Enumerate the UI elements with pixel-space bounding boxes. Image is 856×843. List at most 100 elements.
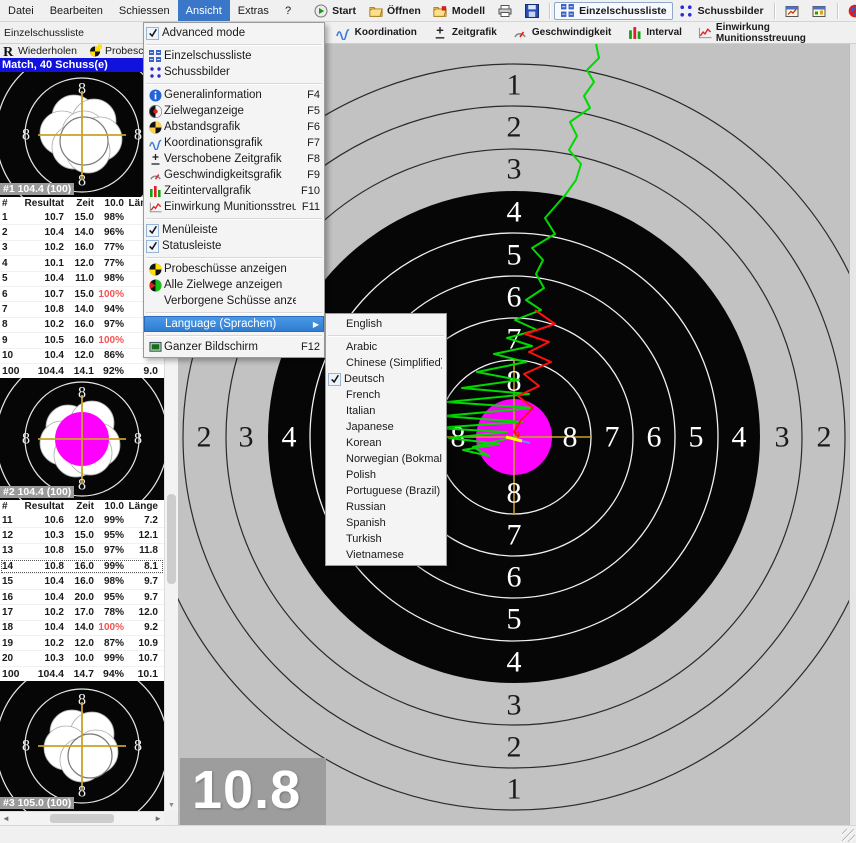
table-row[interactable]: 510.411.098%10 (0, 272, 164, 287)
table-row[interactable]: 1210.315.095%12.1 (0, 528, 164, 543)
menu-item-einwirkung-munitionsstreuung[interactable]: Einwirkung MunitionsstreuungF11 (144, 199, 324, 215)
table-row[interactable]: 1110.612.099%7.2 (0, 513, 164, 528)
table-row[interactable]: 1410.816.099%8.1 (0, 559, 164, 574)
printer-button[interactable] (491, 2, 518, 20)
svg-text:1: 1 (507, 773, 522, 806)
table-row[interactable]: 2010.310.099%10.7 (0, 651, 164, 666)
table-cell: 10.0 (96, 501, 126, 512)
vscroll-thumb[interactable] (167, 494, 176, 584)
menu-item-abstandsgrafik[interactable]: AbstandsgrafikF6 (144, 119, 324, 135)
table-row[interactable]: 1510.416.098%9.7 (0, 574, 164, 589)
menu-item-french[interactable]: French (326, 387, 446, 403)
table-row[interactable]: 710.814.094%8 (0, 302, 164, 317)
menu-datei[interactable]: Datei (0, 0, 42, 21)
zeitgrafik-button[interactable]: Zeitgrafik (427, 24, 503, 42)
menu-item-english[interactable]: English (326, 316, 446, 332)
table-row[interactable]: 210.414.096%8 (0, 225, 164, 240)
svg-text:2: 2 (197, 421, 212, 454)
menu-item-generalinformation[interactable]: GeneralinformationF4 (144, 87, 324, 103)
menu-[interactable]: ? (277, 0, 299, 21)
menu-item-italian[interactable]: Italian (326, 403, 446, 419)
window-a-button[interactable] (779, 2, 806, 20)
resize-grip[interactable] (842, 829, 855, 842)
menu-item-arabic[interactable]: Arabic (326, 339, 446, 355)
menu-item-polish[interactable]: Polish (326, 467, 446, 483)
table-row[interactable]: 1910.212.087%10.9 (0, 636, 164, 651)
menu-icon-blank (328, 548, 346, 562)
menu-item-einzelschussliste[interactable]: Einzelschussliste (144, 48, 324, 64)
menu-item-turkish[interactable]: Turkish (326, 531, 446, 547)
menu-item-geschwindigkeitsgrafik[interactable]: GeschwindigkeitsgrafikF9 (144, 167, 324, 183)
menu-item-koordinationsgrafik[interactable]: KoordinationsgrafikF7 (144, 135, 324, 151)
shot-group-thumbnail[interactable]: 8888#1 104.4 (100) (0, 72, 164, 197)
menu-item-zielweganzeige[interactable]: ZielweganzeigeF5 (144, 103, 324, 119)
table-row[interactable]: 810.216.097%9 (0, 318, 164, 333)
menu-item-verschobene-zeitgrafik[interactable]: Verschobene ZeitgrafikF8 (144, 151, 324, 167)
menu-schiessen[interactable]: Schiessen (111, 0, 178, 21)
no-entry-button[interactable] (842, 2, 856, 20)
menu-item-korean[interactable]: Korean (326, 435, 446, 451)
menu-item-probesch-sse-anzeigen[interactable]: Probeschüsse anzeigen (144, 261, 324, 277)
menu-item-ganzer-bildschirm[interactable]: Ganzer BildschirmF12 (144, 339, 324, 355)
wiederholen-button[interactable]: RWiederholen (2, 45, 77, 58)
shot-group-thumbnail[interactable]: 8888#3 105.0 (100) (0, 681, 164, 811)
menu-bearbeiten[interactable]: Bearbeiten (42, 0, 111, 21)
menu-extras[interactable]: Extras (230, 0, 277, 21)
menu-item-schussbilder[interactable]: Schussbilder (144, 64, 324, 80)
menu-item-portuguese-brazil[interactable]: Portuguese (Brazil) (326, 483, 446, 499)
shot-group-thumbnail[interactable]: 8888#2 104.4 (100) (0, 378, 164, 500)
menu-item-japanese[interactable]: Japanese (326, 419, 446, 435)
table-row[interactable]: 1710.217.078%12.0 (0, 605, 164, 620)
einwirkung-munitionsstreuung-button[interactable]: Einwirkung Munitionsstreuung (692, 24, 856, 42)
table-row[interactable]: 310.216.077%8 (0, 241, 164, 256)
table-row[interactable]: 410.112.077%9 (0, 256, 164, 271)
table-row[interactable]: 1310.815.097%11.8 (0, 544, 164, 559)
table-cell: 16 (2, 592, 18, 603)
menu-item-zeitintervallgrafik[interactable]: ZeitintervallgrafikF10 (144, 183, 324, 199)
main-right-scroll-edge[interactable] (849, 44, 856, 825)
scroll-right-icon[interactable]: ► (154, 814, 162, 823)
menu-item-label: Einwirkung Munitionsstreuung (164, 201, 296, 213)
r-glyph-icon: R (2, 45, 15, 58)
menu-icon-blank (147, 317, 165, 331)
menu-item-norwegian-bokmal[interactable]: Norwegian (Bokmal) (326, 451, 446, 467)
start-button[interactable]: Start (307, 2, 362, 20)
schussbilder-button[interactable]: Schussbilder (673, 2, 770, 20)
window-b-button[interactable] (806, 2, 833, 20)
koordination-button[interactable]: Koordination (330, 24, 423, 42)
scroll-left-icon[interactable]: ◄ (2, 814, 10, 823)
menu-item-alle-zielwege-anzeigen[interactable]: Alle Zielwege anzeigen (144, 277, 324, 293)
einzelschussliste-button[interactable]: Einzelschussliste (554, 2, 673, 20)
ffnen-button[interactable]: Öffnen (362, 2, 427, 20)
table-cell: 96% (96, 227, 126, 238)
table-cell: 10.4 (18, 350, 66, 361)
menu-item-spanish[interactable]: Spanish (326, 515, 446, 531)
menu-item-language-sprachen[interactable]: Language (Sprachen)▶ (144, 316, 324, 332)
menu-item-deutsch[interactable]: Deutsch (326, 371, 446, 387)
scroll-down-icon[interactable]: ▼ (165, 802, 178, 809)
menu-item-advanced-mode[interactable]: Advanced mode (144, 25, 324, 41)
table-row[interactable]: 1810.414.0100%9.2 (0, 621, 164, 636)
menu-item-men-leiste[interactable]: Menüleiste (144, 222, 324, 238)
top-toolbar: DateiBearbeitenSchiessenAnsichtExtras? S… (0, 0, 856, 22)
hscroll-thumb[interactable] (50, 814, 114, 823)
interval-button[interactable]: Interval (621, 24, 688, 42)
last-shot-score: 10.8 (180, 758, 326, 825)
table-cell: 97% (96, 319, 126, 330)
menu-item-statusleiste[interactable]: Statusleiste (144, 238, 324, 254)
table-row[interactable]: 910.516.0100%8 (0, 333, 164, 348)
table-row[interactable]: 110.715.098%10 (0, 210, 164, 225)
modell-button[interactable]: Modell (427, 2, 491, 20)
menu-item-chinese-simplified[interactable]: Chinese (Simplified) (326, 355, 446, 371)
menu-item-vietnamese[interactable]: Vietnamese (326, 547, 446, 563)
table-row[interactable]: 1610.420.095%9.7 (0, 590, 164, 605)
geschwindigkeit-button[interactable]: Geschwindigkeit (507, 24, 617, 42)
menu-item-verborgene-sch-sse-anzeigen[interactable]: Verborgene Schüsse anzeigen (144, 293, 324, 309)
save-button[interactable] (518, 2, 545, 20)
table-row[interactable]: 610.715.0100%8 (0, 287, 164, 302)
svg-text:8: 8 (134, 737, 142, 754)
menu-ansicht[interactable]: Ansicht (178, 0, 230, 21)
menu-item-russian[interactable]: Russian (326, 499, 446, 515)
sidebar-horizontal-scrollbar[interactable]: ◄ ► (0, 811, 164, 825)
table-row[interactable]: 1010.412.086%8 (0, 349, 164, 364)
